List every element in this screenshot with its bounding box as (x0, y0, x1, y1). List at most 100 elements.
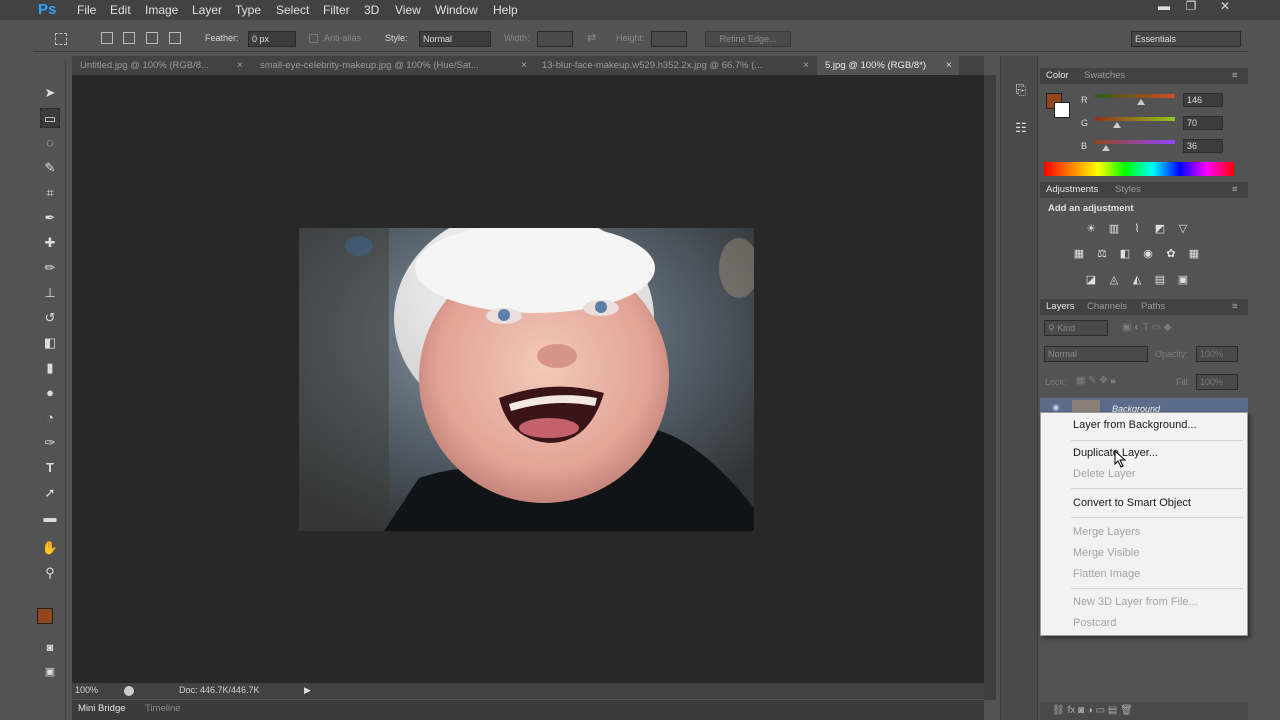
subtract-selection-icon[interactable] (146, 32, 158, 44)
menu-help[interactable]: Help (493, 0, 518, 20)
blue-slider-thumb[interactable] (1102, 145, 1111, 151)
healing-brush-tool-icon[interactable]: ✚ (40, 233, 60, 253)
menu-item-layer-from-background[interactable]: Layer from Background... (1073, 419, 1197, 431)
status-menu-arrow-icon[interactable]: ▶ (304, 685, 311, 696)
menu-filter[interactable]: Filter (323, 0, 350, 20)
green-slider[interactable] (1095, 117, 1175, 121)
quick-mask-icon[interactable]: ◙ (40, 638, 60, 658)
menu-layer[interactable]: Layer (192, 0, 222, 20)
menu-item-postcard[interactable]: Postcard (1073, 617, 1116, 629)
gradient-tool-icon[interactable]: ▮ (40, 358, 60, 378)
levels-icon[interactable]: ▥ (1106, 221, 1122, 237)
red-slider[interactable] (1095, 94, 1175, 98)
clone-stamp-tool-icon[interactable]: ⊥ (40, 283, 60, 303)
menu-item-delete-layer[interactable]: Delete Layer (1073, 468, 1135, 480)
menu-item-flatten-image[interactable]: Flatten Image (1073, 568, 1140, 580)
menu-3d[interactable]: 3D (364, 0, 379, 20)
blur-tool-icon[interactable]: ● (40, 383, 60, 403)
gradient-map-icon[interactable]: ▤ (1152, 272, 1168, 288)
style-select[interactable]: Normal (419, 31, 491, 47)
workspace-select[interactable]: Essentials (1131, 31, 1241, 47)
tab-swatches[interactable]: Swatches (1084, 70, 1125, 81)
type-tool-icon[interactable]: T (40, 458, 60, 478)
black-white-icon[interactable]: ◧ (1117, 246, 1133, 262)
menu-item-merge-layers[interactable]: Merge Layers (1073, 526, 1140, 538)
exposure-icon[interactable]: ◩ (1152, 221, 1168, 237)
marquee-preset-icon[interactable] (55, 33, 67, 45)
tab-small-eye[interactable]: small-eye-celebrity-makeup.jpg @ 100% (H… (252, 56, 530, 75)
quick-selection-tool-icon[interactable]: ✎ (40, 158, 60, 178)
screen-mode-icon[interactable]: ▣ (40, 662, 60, 682)
feather-input[interactable]: 0 px (248, 31, 296, 47)
lasso-tool-icon[interactable]: ◌ (40, 133, 60, 153)
red-value-input[interactable]: 146 (1183, 93, 1223, 107)
tab-untitled[interactable]: Untitled.jpg @ 100% (RGB/8... (72, 56, 247, 75)
move-tool-icon[interactable]: ➤ (40, 83, 60, 103)
selective-color-icon[interactable]: ▣ (1175, 272, 1191, 288)
zoom-level[interactable]: 100% (75, 685, 98, 695)
close-icon[interactable]: × (237, 56, 243, 75)
vibrance-icon[interactable]: ▽ (1175, 221, 1191, 237)
antialias-checkbox[interactable] (309, 34, 318, 43)
history-panel-icon[interactable]: ⎘ (1011, 80, 1031, 100)
menu-type[interactable]: Type (235, 0, 261, 20)
tab-mini-bridge[interactable]: Mini Bridge (78, 703, 126, 714)
pen-tool-icon[interactable]: ✑ (40, 433, 60, 453)
layer-filter-kind-select[interactable]: ⚲ Kind (1044, 320, 1108, 336)
invert-icon[interactable]: ◪ (1083, 272, 1099, 288)
tab-timeline[interactable]: Timeline (145, 703, 181, 714)
color-lookup-icon[interactable]: ▦ (1186, 246, 1202, 262)
fill-input[interactable]: 100% (1196, 374, 1238, 390)
tab-adjustments[interactable]: Adjustments (1046, 184, 1098, 195)
zoom-tool-icon[interactable]: ⚲ (40, 563, 60, 583)
panel-menu-icon[interactable]: ≡ (1232, 70, 1238, 81)
posterize-icon[interactable]: ◬ (1106, 272, 1122, 288)
close-icon[interactable]: × (946, 56, 952, 75)
minimize-button[interactable]: ▬ (1153, 0, 1175, 14)
close-icon[interactable]: × (803, 56, 809, 75)
menu-view[interactable]: View (395, 0, 421, 20)
history-brush-tool-icon[interactable]: ↺ (40, 308, 60, 328)
lock-icons[interactable]: ▦ ✎ ✥ 🔒︎ (1076, 375, 1116, 386)
curves-icon[interactable]: ⌇ (1129, 221, 1145, 237)
threshold-icon[interactable]: ◭ (1129, 272, 1145, 288)
tab-blur-face[interactable]: 13-blur-face-makeup.w529.h352.2x.jpg @ 6… (534, 56, 810, 75)
menu-item-convert-to-smart-object[interactable]: Convert to Smart Object (1073, 497, 1191, 509)
tab-paths[interactable]: Paths (1141, 301, 1165, 312)
document-image[interactable] (299, 228, 754, 531)
eraser-tool-icon[interactable]: ◧ (40, 333, 60, 353)
green-slider-thumb[interactable] (1112, 122, 1121, 128)
eyedropper-tool-icon[interactable]: ✒ (40, 208, 60, 228)
tab-styles[interactable]: Styles (1115, 184, 1141, 195)
tab-color[interactable]: Color (1046, 70, 1069, 81)
photo-filter-icon[interactable]: ◉ (1140, 246, 1156, 262)
intersect-selection-icon[interactable] (169, 32, 181, 44)
close-button[interactable]: ✕ (1214, 0, 1236, 14)
swap-dimensions-icon[interactable]: ⇄ (587, 31, 596, 44)
menu-file[interactable]: File (77, 0, 96, 20)
green-value-input[interactable]: 70 (1183, 116, 1223, 130)
brightness-contrast-icon[interactable]: ☀ (1083, 221, 1099, 237)
document-profile-icon[interactable] (124, 686, 134, 696)
width-input[interactable] (537, 31, 573, 47)
menu-select[interactable]: Select (276, 0, 309, 20)
channel-mixer-icon[interactable]: ✿ (1163, 246, 1179, 262)
rectangular-marquee-tool-icon[interactable]: ▭ (40, 108, 60, 128)
menu-edit[interactable]: Edit (110, 0, 131, 20)
add-selection-icon[interactable] (123, 32, 135, 44)
panel-menu-icon[interactable]: ≡ (1232, 184, 1238, 195)
crop-tool-icon[interactable]: ⌗ (40, 183, 60, 203)
new-selection-icon[interactable] (101, 32, 113, 44)
panel-menu-icon[interactable]: ≡ (1232, 301, 1238, 312)
color-panel-background-swatch[interactable] (1054, 102, 1070, 118)
tab-5-jpg[interactable]: 5.jpg @ 100% (RGB/8*) (817, 56, 959, 75)
layer-footer-icons[interactable]: ⛓ fx ◙ ◑ ▭ ▤ 🗑︎ (1052, 705, 1133, 716)
tab-channels[interactable]: Channels (1087, 301, 1127, 312)
path-selection-tool-icon[interactable]: ➚ (40, 483, 60, 503)
color-balance-icon[interactable]: ⚖ (1094, 246, 1110, 262)
blend-mode-select[interactable]: Normal (1044, 346, 1148, 362)
blue-value-input[interactable]: 36 (1183, 139, 1223, 153)
properties-panel-icon[interactable]: ☷ (1011, 118, 1031, 138)
restore-button[interactable]: ❐ (1180, 0, 1202, 14)
color-spectrum-ramp[interactable] (1044, 162, 1234, 176)
